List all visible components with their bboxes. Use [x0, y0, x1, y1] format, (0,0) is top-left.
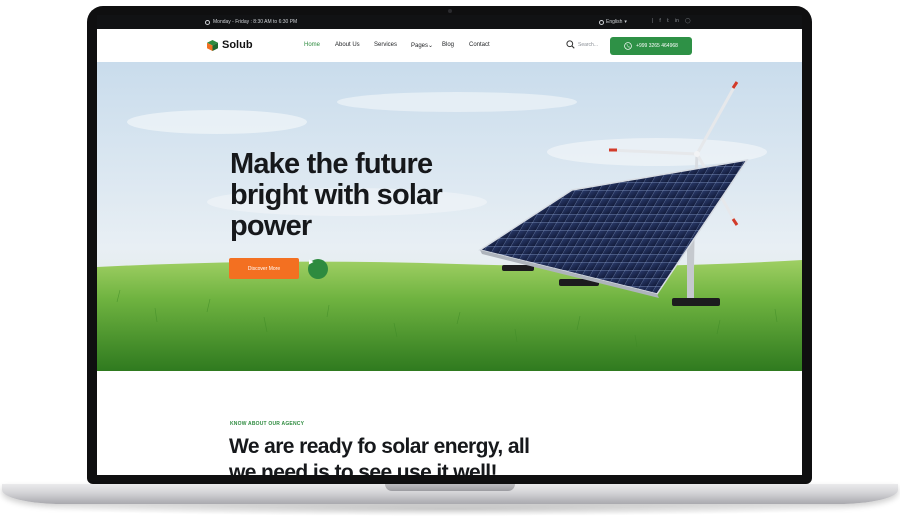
- about-title-line: We are ready fo solar energy, all: [229, 435, 530, 458]
- linkedin-icon[interactable]: in: [675, 18, 679, 24]
- twitter-icon[interactable]: 𝕥: [667, 18, 669, 24]
- logo-icon: [207, 39, 218, 51]
- top-info-bar: Monday - Friday : 8:30 AM to 6:30 PM Eng…: [97, 15, 802, 29]
- nav-item-contact[interactable]: Contact: [469, 42, 490, 49]
- instagram-icon[interactable]: ◯: [685, 18, 691, 24]
- clock-icon: [205, 19, 210, 25]
- hero-headline-line: bright with solar: [230, 179, 443, 211]
- laptop-shadow: [40, 502, 860, 516]
- hero-section: Make the future bright with solar power …: [97, 62, 802, 371]
- play-icon: [309, 259, 314, 265]
- about-title: We are ready fo solar energy, all we nee…: [229, 434, 569, 475]
- nav-item-pages-label: Pages: [411, 43, 429, 49]
- search-icon: [566, 40, 575, 49]
- brand-logo[interactable]: Solub: [207, 39, 253, 51]
- phone-number: +999 3265 464968: [636, 43, 678, 49]
- phone-icon: [624, 42, 632, 50]
- nav-item-about-us[interactable]: About Us: [335, 42, 374, 49]
- globe-icon: [599, 19, 604, 25]
- divider: |: [652, 18, 654, 24]
- nav-item-services[interactable]: Services: [374, 42, 411, 49]
- laptop-hinge-notch: [385, 484, 515, 491]
- discover-more-button[interactable]: Discover More: [229, 258, 299, 279]
- hero-headline-line: power: [230, 210, 312, 242]
- hero-headline-line: Make the future: [230, 148, 433, 180]
- about-title-line: we need is to see use it well!: [229, 461, 498, 475]
- browser-viewport: Monday - Friday : 8:30 AM to 6:30 PM Eng…: [97, 15, 802, 475]
- camera-dot: [448, 9, 452, 13]
- phone-call-button[interactable]: +999 3265 464968: [610, 37, 692, 55]
- social-links: | f 𝕥 in ◯: [652, 18, 691, 24]
- language-label: English: [606, 19, 623, 25]
- nav-menu: Home About Us Services Pages ⌄ Blog Cont…: [304, 42, 490, 49]
- search-placeholder: Search...: [578, 41, 599, 48]
- nav-item-home[interactable]: Home: [304, 42, 335, 49]
- chevron-down-icon: ⌄: [428, 43, 434, 49]
- play-video-button[interactable]: [308, 259, 328, 279]
- facebook-icon[interactable]: f: [659, 18, 660, 24]
- language-selector[interactable]: English ▾: [599, 19, 627, 25]
- about-kicker: KNOW ABOUT OUR AGENCY: [230, 421, 305, 427]
- main-navbar: Solub Home About Us Services Pages ⌄ Blo…: [97, 29, 802, 62]
- brand-name: Solub: [222, 39, 253, 51]
- opening-hours-text: Monday - Friday : 8:30 AM to 6:30 PM: [213, 19, 298, 25]
- search-box[interactable]: Search...: [566, 40, 598, 49]
- nav-item-blog[interactable]: Blog: [442, 42, 469, 49]
- opening-hours: Monday - Friday : 8:30 AM to 6:30 PM: [205, 19, 297, 25]
- hero-headline: Make the future bright with solar power: [230, 149, 470, 242]
- nav-item-pages[interactable]: Pages ⌄: [411, 42, 442, 49]
- chevron-down-icon: ▾: [624, 19, 627, 25]
